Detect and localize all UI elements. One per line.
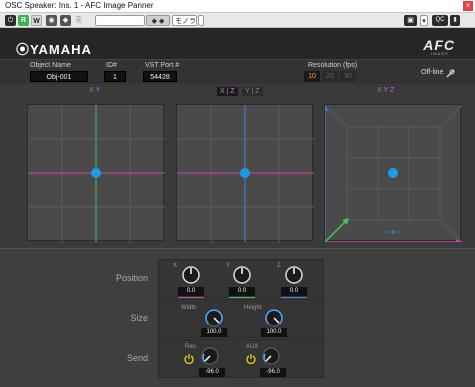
width-value[interactable]: 100.0 bbox=[201, 328, 227, 337]
x-value[interactable]: 0.0 bbox=[178, 287, 204, 296]
quick-controls-button[interactable]: QC bbox=[432, 15, 448, 26]
position-dot[interactable] bbox=[91, 168, 101, 178]
size-row-label: Size bbox=[130, 313, 148, 323]
afc-logo-sub: IMAGE bbox=[431, 51, 449, 56]
x-knob[interactable] bbox=[181, 265, 201, 285]
preset-field[interactable] bbox=[95, 15, 145, 26]
width-knob-label: Width bbox=[181, 305, 197, 311]
position-dot[interactable] bbox=[388, 168, 398, 178]
rev-knob[interactable] bbox=[200, 346, 220, 366]
send-row-label: Send bbox=[126, 353, 148, 363]
tab-xy[interactable]: X Y bbox=[89, 87, 100, 94]
xz-pad[interactable] bbox=[176, 104, 314, 242]
aux-power-icon[interactable] bbox=[246, 353, 256, 364]
send-controls: Rev. -96.0 AUX -96.0 bbox=[158, 339, 324, 378]
y-knob-label: Y bbox=[226, 263, 231, 269]
channel-mode-dropdown[interactable] bbox=[198, 15, 204, 26]
panner-views: X Y X | Z Y | Z X Y Z bbox=[0, 84, 475, 248]
object-info-bar: Object Name Obj-001 ID# 1 VST Port # 544… bbox=[0, 59, 475, 84]
position-controls: X 0.0 Y 0.0 Z 0.0 bbox=[158, 259, 324, 298]
tab-xz[interactable]: X | Z bbox=[217, 87, 238, 96]
z-value[interactable]: 0.0 bbox=[281, 287, 307, 296]
xy-pad[interactable] bbox=[27, 104, 165, 242]
object-name-label: Object Name bbox=[30, 62, 71, 69]
height-knob[interactable] bbox=[264, 308, 284, 328]
aux-value[interactable]: -96.0 bbox=[260, 368, 286, 377]
chevron-down-icon[interactable]: ▾ bbox=[420, 15, 428, 26]
power-icon[interactable]: ⏻ bbox=[5, 15, 16, 26]
close-button[interactable]: × bbox=[463, 1, 473, 11]
preset-arrows-button[interactable]: ◆ ◆ bbox=[146, 15, 170, 26]
size-controls: Width 100.0 Height 100.0 bbox=[158, 299, 324, 338]
link-icon[interactable]: ⎘ bbox=[74, 15, 84, 26]
window-titlebar: OSC Speaker: Ins. 1 - AFC Image Panner × bbox=[0, 0, 475, 13]
tab-xyz[interactable]: X Y Z bbox=[377, 87, 394, 94]
channel-mode-select[interactable]: モノラル bbox=[172, 15, 197, 36]
resolution-label: Resolution (fps) bbox=[308, 62, 358, 69]
id-label: ID# bbox=[106, 62, 117, 69]
position-row-label: Position bbox=[115, 273, 148, 283]
tab-yz[interactable]: Y | Z bbox=[242, 87, 263, 96]
write-automation-button[interactable]: W bbox=[31, 15, 42, 26]
status-label: Off-line bbox=[421, 69, 444, 76]
height-knob-label: Height bbox=[244, 305, 262, 311]
y-knob[interactable] bbox=[232, 265, 252, 285]
id-field[interactable]: 1 bbox=[104, 71, 126, 82]
z-knob-label: Z bbox=[277, 263, 281, 269]
camera-icon[interactable]: ▣ bbox=[404, 15, 417, 26]
vst-port-label: VST Port # bbox=[145, 62, 180, 69]
resolution-10-button[interactable]: 10 bbox=[304, 71, 320, 82]
aux-knob[interactable] bbox=[261, 346, 281, 366]
plugin-header: ⦿YAMAHA AFC IMAGE bbox=[0, 28, 475, 59]
y-value[interactable]: 0.0 bbox=[229, 287, 255, 296]
z-knob[interactable] bbox=[284, 265, 304, 285]
rev-power-icon[interactable] bbox=[184, 353, 194, 364]
plugin-toolbar: ⏻ R W ◉ ◆ ⎘ ◆ ◆ モノラル ▣ ▾ QC ⬍ bbox=[0, 13, 475, 36]
position-dot[interactable] bbox=[240, 168, 250, 178]
disconnect-icon bbox=[446, 69, 455, 78]
width-knob[interactable] bbox=[204, 308, 224, 328]
window-title: OSC Speaker: Ins. 1 - AFC Image Panner bbox=[5, 1, 154, 10]
z-axis-indicator bbox=[281, 297, 307, 298]
yamaha-logo: ⦿YAMAHA bbox=[16, 42, 92, 57]
resolution-20-button[interactable]: 20 bbox=[322, 71, 338, 82]
rev-knob-label: Rev. bbox=[185, 344, 197, 350]
controls-panel: Position Size Send X 0.0 Y 0.0 Z 0.0 Wid… bbox=[0, 248, 475, 387]
xyz-3d-view[interactable] bbox=[324, 104, 462, 242]
height-value[interactable]: 100.0 bbox=[261, 328, 287, 337]
vst-port-field[interactable]: 54428 bbox=[143, 71, 177, 82]
y-axis-indicator bbox=[229, 297, 255, 298]
rev-value[interactable]: -96.0 bbox=[199, 368, 225, 377]
x-knob-label: X bbox=[173, 263, 178, 269]
aux-knob-label: AUX bbox=[246, 344, 259, 350]
x-axis-indicator bbox=[178, 297, 204, 298]
read-automation-button[interactable]: R bbox=[18, 15, 29, 26]
object-name-field[interactable]: Obj-001 bbox=[30, 71, 88, 82]
pin-icon[interactable]: ⬍ bbox=[450, 15, 460, 26]
bypass-icon[interactable]: ◆ bbox=[60, 15, 71, 26]
resolution-30-button[interactable]: 30 bbox=[340, 71, 356, 82]
monitor-icon[interactable]: ◉ bbox=[46, 15, 57, 26]
